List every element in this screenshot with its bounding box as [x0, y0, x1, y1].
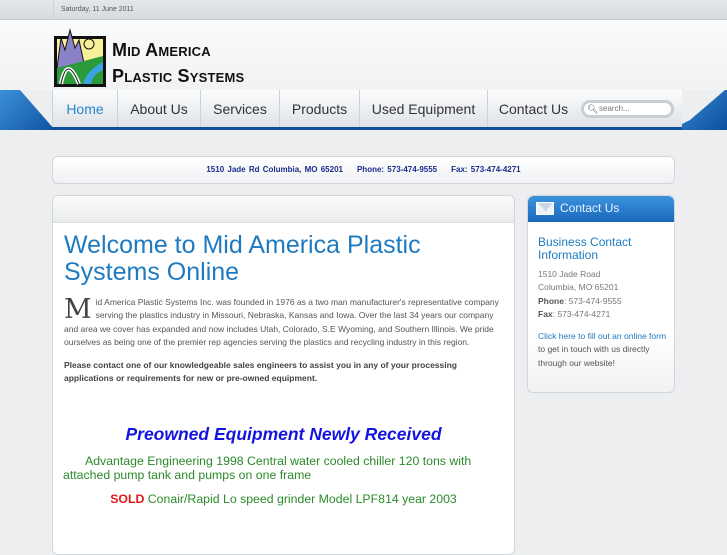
sidebar-header: Contact Us	[528, 196, 674, 222]
phone-text: Phone: 573-474-9555	[356, 165, 438, 174]
intro-paragraph: Mid America Plastic Systems Inc. was fou…	[64, 296, 502, 349]
page-title: Welcome to Mid America Plastic Systems O…	[64, 231, 421, 286]
street: 1510 Jade Road	[538, 269, 601, 279]
main-panel-header	[53, 196, 514, 223]
fax: Fax: 573-474-4271	[538, 308, 674, 321]
contact-form-cta: Click here to fill out an online form to…	[538, 330, 668, 370]
sidebar-header-title: Contact Us	[560, 201, 620, 215]
city: Columbia, MO 65201	[538, 282, 619, 293]
fax-text: Fax: 573-474-4271	[451, 165, 521, 174]
date-display: Saturday, 11 June 2011	[53, 0, 134, 20]
nav-home[interactable]: Home	[52, 90, 117, 127]
contact-sidebar: Contact Us Business Contact Information …	[527, 195, 675, 393]
contact-note: Please contact one of our knowledgeable …	[64, 360, 458, 384]
equipment-item: Advantage Engineering 1998 Central water…	[63, 453, 472, 482]
contact-info: 1510 Jade Road Columbia, MO 65201 Phone:…	[538, 268, 674, 321]
address-bar: 1510 Jade Rd Columbia, MO 65201 Phone: 57…	[52, 156, 675, 184]
top-bar: Saturday, 11 June 2011	[0, 0, 727, 20]
search-input[interactable]: 🔍︎ search...	[581, 100, 674, 118]
company-name: Mid America Plastic Systems	[112, 37, 244, 89]
drop-cap: M	[64, 294, 92, 325]
nav-used-equipment[interactable]: Used Equipment	[359, 90, 487, 127]
search-placeholder: search...	[599, 104, 630, 113]
decorative-swoosh-left	[0, 90, 55, 130]
nav-services[interactable]: Services	[200, 90, 279, 127]
sidebar-title: Business Contact Information	[538, 235, 632, 262]
phone-label: Phone	[538, 295, 564, 306]
main-content: Welcome to Mid America Plastic Systems O…	[52, 195, 515, 555]
header: Mid America Plastic Systems	[0, 20, 727, 90]
nav-contact-us[interactable]: Contact Us	[487, 90, 579, 127]
equipment-item: SOLD Conair/Rapid Lo speed grinder Model…	[53, 492, 514, 506]
phone: Phone: 573-474-9555	[538, 295, 674, 308]
intro-text: id America Plastic Systems Inc. was foun…	[64, 297, 499, 347]
fax-value: : 573-474-4271	[552, 308, 611, 319]
nav-about-us[interactable]: About Us	[117, 90, 200, 127]
preowned-heading: Preowned Equipment Newly Received	[125, 423, 442, 444]
cta-text: to get in touch with us directly through…	[538, 344, 650, 368]
phone-value: : 573-474-9555	[563, 295, 622, 306]
main-nav: Home About Us Services Products Used Equ…	[0, 90, 727, 132]
envelope-icon	[536, 202, 554, 215]
nav-products[interactable]: Products	[279, 90, 359, 127]
brand-line-2: Plastic Systems	[112, 66, 245, 86]
fax-label: Fax	[538, 308, 553, 319]
online-form-link[interactable]: Click here to fill out an online form	[538, 331, 666, 341]
sold-badge: SOLD	[110, 491, 145, 506]
address-text: 1510 Jade Rd Columbia, MO 65201	[206, 165, 343, 174]
equipment-item-text: Conair/Rapid Lo speed grinder Model LPF8…	[144, 491, 457, 506]
search-icon: 🔍︎	[587, 104, 599, 114]
brand-line-1: Mid America	[112, 40, 211, 60]
company-logo[interactable]	[53, 28, 107, 88]
